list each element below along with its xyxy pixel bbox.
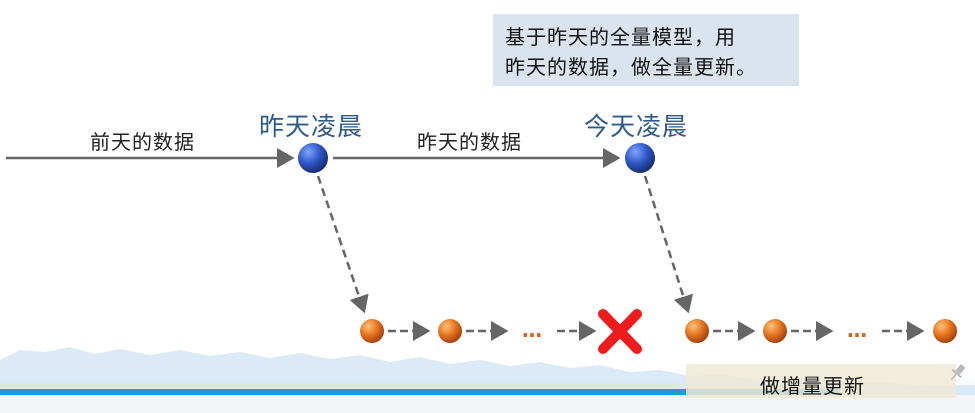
node-label-today-dawn: 今天凌晨 <box>584 112 689 141</box>
incremental-chain-right: … <box>685 318 957 343</box>
node-today-dawn <box>625 143 655 173</box>
incremental-node <box>360 319 384 343</box>
ellipsis: … <box>522 318 542 342</box>
incremental-chain-left: … <box>360 318 597 343</box>
node-label-yesterday-dawn: 昨天凌晨 <box>259 112 364 141</box>
footer-label-incremental-update: 做增量更新 <box>760 374 865 398</box>
node-yesterday-dawn <box>298 143 328 173</box>
note-box: 基于昨天的全量模型，用 昨天的数据，做全量更新。 <box>493 14 799 86</box>
ellipsis: … <box>847 318 867 342</box>
dashed-arrow-yesterday-to-incremental <box>316 175 369 314</box>
note-line-1: 基于昨天的全量模型，用 <box>505 25 736 49</box>
edge-label-day-before-data: 前天的数据 <box>90 130 195 154</box>
incremental-node <box>933 319 957 343</box>
edge-label-yesterday-data: 昨天的数据 <box>417 130 522 154</box>
incremental-node <box>438 319 462 343</box>
diagram-canvas: … … <box>0 143 975 413</box>
cross-icon <box>598 309 642 354</box>
incremental-node <box>763 319 787 343</box>
incremental-node <box>685 319 709 343</box>
note-line-2: 昨天的数据，做全量更新。 <box>505 55 757 79</box>
dashed-arrow-today-to-incremental <box>643 175 693 314</box>
